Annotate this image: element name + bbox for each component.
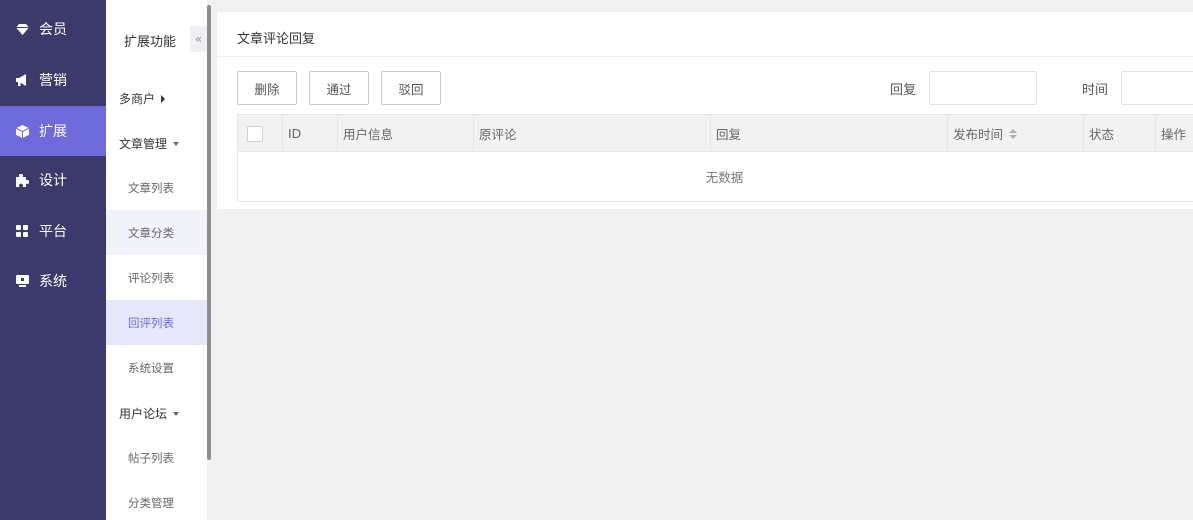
select-all-checkbox[interactable]: [247, 125, 263, 142]
chevron-right-icon: [161, 94, 166, 103]
delete-button[interactable]: 删除: [237, 71, 297, 105]
sidebar-item-system[interactable]: 系统: [0, 256, 106, 306]
sidebar-item-label: 系统: [39, 274, 67, 290]
subnav-scrollbar[interactable]: [207, 5, 211, 460]
column-header-original-comment[interactable]: 原评论: [474, 115, 711, 152]
subnav-item-post-list[interactable]: 帖子列表: [106, 435, 207, 480]
sidebar-item-design[interactable]: 设计: [0, 155, 106, 205]
divider: [217, 56, 1193, 57]
reply-filter-label: 回复: [890, 83, 917, 98]
page-title: 文章评论回复: [237, 32, 316, 47]
column-header-actions: 操作: [1161, 127, 1187, 142]
time-filter-input[interactable]: [1121, 71, 1193, 105]
subnav-item-system-settings[interactable]: 系统设置: [106, 345, 207, 390]
sort-icon[interactable]: [1009, 128, 1018, 139]
cube-icon: [15, 124, 29, 138]
subnav-group-merchants[interactable]: 多商户: [119, 90, 166, 107]
chevron-down-icon: [173, 141, 180, 146]
empty-state-text: 无数据: [705, 170, 744, 185]
sidebar-item-label: 平台: [39, 224, 67, 240]
column-header-user-info[interactable]: 用户信息: [338, 115, 474, 152]
chevron-down-icon: [173, 411, 180, 416]
reject-button[interactable]: 驳回: [381, 71, 441, 105]
subnav-item-reply-list[interactable]: 回评列表: [106, 300, 207, 345]
sidebar-item-member[interactable]: 会员: [0, 4, 106, 54]
sidebar-item-label: 营销: [39, 73, 67, 89]
sub-sidebar: 扩展功能 « 多商户 文章管理 文章列表 文章分类 评论列表 回评列表 系统设置…: [106, 0, 207, 520]
header-select-all: [238, 115, 283, 152]
subnav-group-label: 用户论坛: [119, 407, 168, 421]
sidebar-item-label: 设计: [39, 173, 67, 189]
sidebar-item-label: 会员: [39, 22, 67, 38]
column-header-label: 发布时间: [953, 127, 1004, 142]
content-panel: 文章评论回复 删除 通过 驳回 回复 时间 ID 用户信息 原评论 回复 发布时…: [217, 12, 1193, 209]
subnav-item-article-category[interactable]: 文章分类: [106, 210, 207, 255]
column-header-reply[interactable]: 回复: [711, 115, 948, 152]
sidebar-item-marketing[interactable]: 营销: [0, 55, 106, 105]
reply-filter-input[interactable]: [929, 71, 1037, 105]
gem-icon: [15, 22, 29, 36]
approve-button[interactable]: 通过: [309, 71, 369, 105]
subnav-group-label: 多商户: [119, 92, 156, 106]
subnav-item-comment-list[interactable]: 评论列表: [106, 255, 207, 300]
reply-table: ID 用户信息 原评论 回复 发布时间 状态 操作 无数据: [237, 114, 1193, 202]
subnav-group-articles[interactable]: 文章管理: [119, 135, 180, 152]
subnav-item-category-manage[interactable]: 分类管理: [106, 480, 207, 520]
table-header: ID 用户信息 原评论 回复 发布时间 状态 操作: [238, 115, 1193, 152]
subnav-group-forum[interactable]: 用户论坛: [119, 405, 180, 422]
sidebar-item-platform[interactable]: 平台: [0, 206, 106, 256]
subnav-title: 扩展功能: [124, 35, 177, 50]
grid-icon: [15, 224, 29, 238]
megaphone-icon: [15, 73, 29, 87]
time-filter-label: 时间: [1082, 83, 1109, 98]
puzzle-icon: [15, 173, 29, 187]
subnav-group-label: 文章管理: [119, 137, 168, 151]
column-header-publish-time[interactable]: 发布时间: [948, 115, 1084, 152]
main-sidebar: 会员 营销 扩展 设计 平台 系统: [0, 0, 106, 520]
sidebar-item-label: 扩展: [39, 124, 67, 140]
sidebar-item-extension[interactable]: 扩展: [0, 106, 106, 156]
column-header-id[interactable]: ID: [283, 115, 338, 152]
column-header-status[interactable]: 状态: [1084, 115, 1156, 152]
collapse-button[interactable]: «: [190, 26, 207, 52]
subnav-item-article-list[interactable]: 文章列表: [106, 165, 207, 210]
monitor-icon: [15, 274, 29, 288]
